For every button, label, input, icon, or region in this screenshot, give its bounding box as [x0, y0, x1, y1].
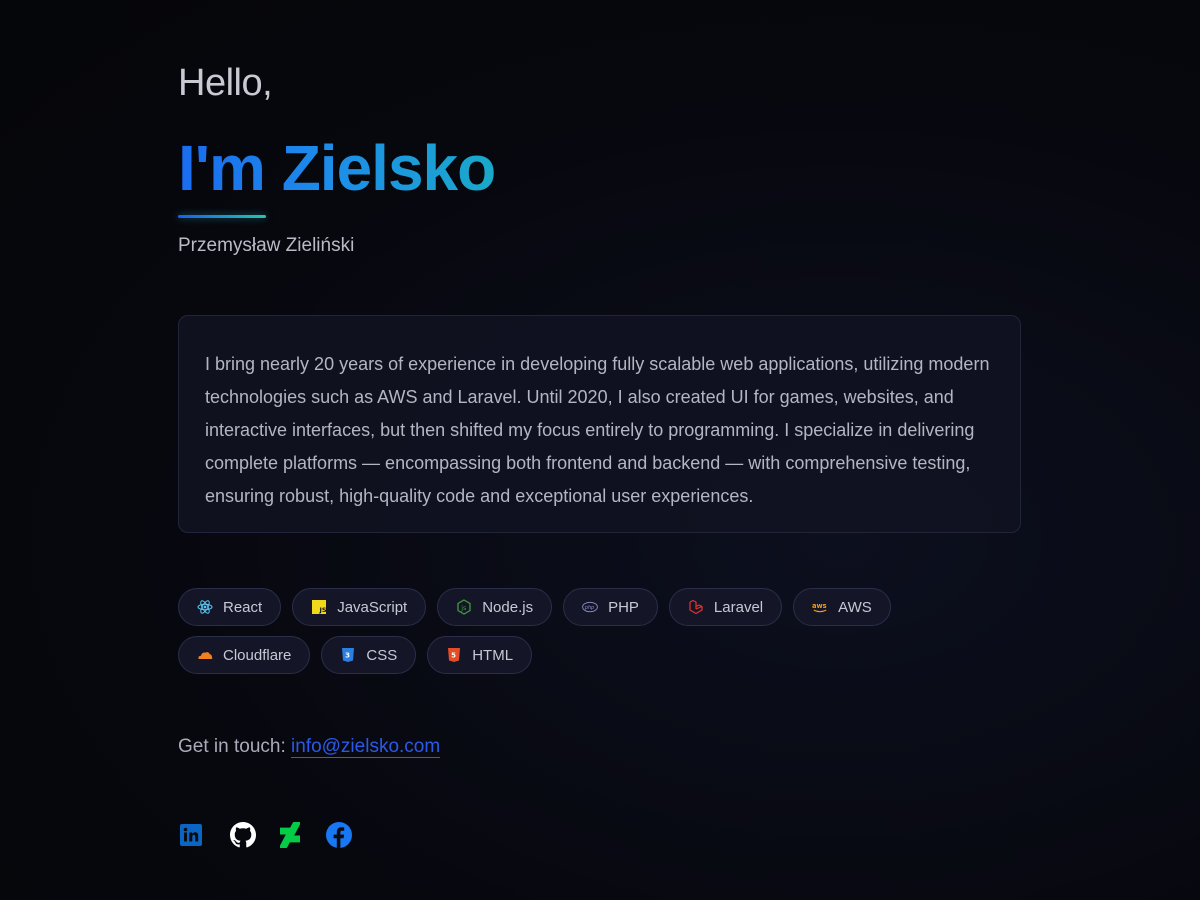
skill-tag-laravel[interactable]: Laravel	[668, 588, 783, 626]
skills-list: React JS JavaScript js Node.js php PHP L…	[178, 588, 1023, 674]
skill-label: CSS	[366, 646, 398, 664]
social-spacer	[204, 822, 230, 848]
svg-text:js: js	[460, 604, 467, 612]
deviantart-icon[interactable]	[277, 822, 303, 848]
css-icon: 3	[340, 647, 356, 663]
html-icon: 5	[446, 647, 462, 663]
skill-tag-aws[interactable]: aws AWS	[793, 588, 891, 626]
facebook-icon[interactable]	[326, 822, 352, 848]
contact-prefix: Get in touch:	[178, 736, 286, 757]
laravel-icon	[688, 599, 704, 615]
skill-tag-react[interactable]: React	[178, 588, 282, 626]
svg-text:php: php	[584, 605, 594, 611]
skill-label: JavaScript	[337, 598, 408, 616]
email-link[interactable]: info@zielsko.com	[291, 736, 441, 758]
greeting: Hello,	[178, 62, 273, 104]
skill-tag-cloudflare[interactable]: Cloudflare	[178, 636, 311, 674]
social-spacer	[256, 822, 277, 848]
skill-tag-nodejs[interactable]: js Node.js	[437, 588, 553, 626]
page-title: I'm Zielsko	[178, 128, 496, 208]
svg-text:JS: JS	[319, 606, 327, 614]
bio-text: I bring nearly 20 years of experience in…	[205, 354, 990, 506]
svg-text:aws: aws	[812, 602, 827, 610]
nodejs-icon: js	[456, 599, 472, 615]
skill-label: React	[223, 598, 263, 616]
skill-tag-javascript[interactable]: JS JavaScript	[292, 588, 427, 626]
full-name: Przemysław Zieliński	[178, 235, 355, 256]
skill-label: Node.js	[482, 598, 534, 616]
aws-icon: aws	[812, 599, 828, 615]
svg-text:3: 3	[345, 652, 350, 660]
social-spacer	[303, 822, 326, 848]
javascript-icon: JS	[311, 599, 327, 615]
php-icon: php	[582, 599, 598, 615]
skill-label: PHP	[608, 598, 639, 616]
skill-label: HTML	[472, 646, 514, 664]
social-links	[178, 822, 352, 848]
bio-card: I bring nearly 20 years of experience in…	[178, 315, 1021, 533]
skill-label: Cloudflare	[223, 646, 292, 664]
github-icon[interactable]	[230, 822, 256, 848]
skill-tag-html[interactable]: 5 HTML	[427, 636, 533, 674]
svg-text:5: 5	[451, 652, 456, 660]
skill-label: AWS	[838, 598, 872, 616]
skill-tag-css[interactable]: 3 CSS	[321, 636, 417, 674]
linkedin-icon[interactable]	[178, 822, 204, 848]
react-icon	[197, 599, 213, 615]
skill-tag-php[interactable]: php PHP	[563, 588, 658, 626]
skill-label: Laravel	[713, 598, 764, 616]
title-underline	[178, 215, 266, 218]
cloudflare-icon	[197, 647, 213, 663]
contact-line: Get in touch: info@zielsko.com	[178, 736, 441, 758]
